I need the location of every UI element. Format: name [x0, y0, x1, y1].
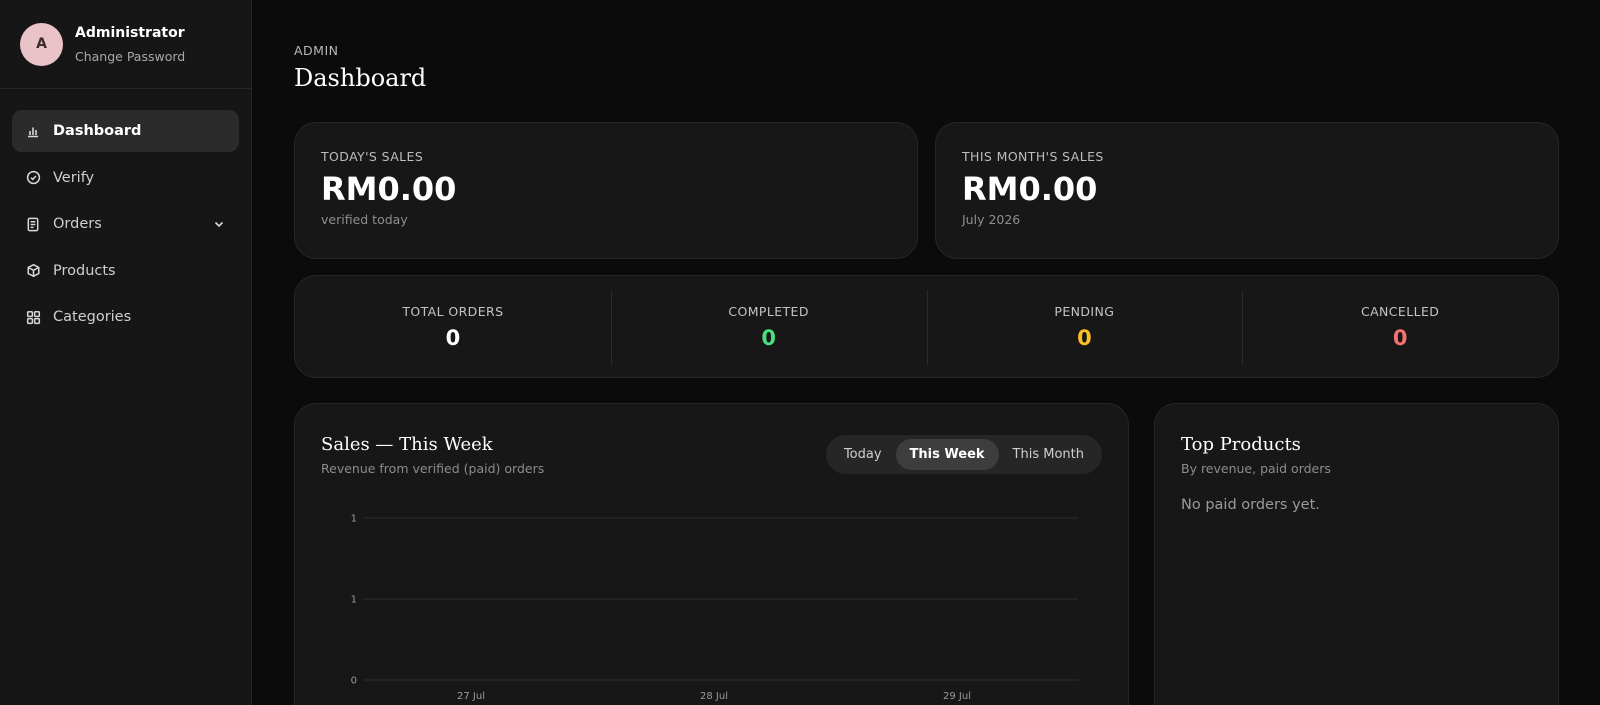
- empty-state-message: No paid orders yet.: [1181, 497, 1320, 513]
- profile-section: A Administrator Change Password: [0, 0, 251, 89]
- top-products-subtitle: By revenue, paid orders: [1181, 461, 1331, 476]
- sidebar-item-verify[interactable]: Verify: [12, 157, 239, 199]
- sidebar-nav: Dashboard Verify Orders Products Categor…: [0, 89, 251, 338]
- card-subtitle: July 2026: [962, 212, 1021, 227]
- stat-label: TOTAL ORDERS: [402, 304, 504, 319]
- sidebar-item-dashboard[interactable]: Dashboard: [12, 110, 239, 152]
- todays-sales-card: TODAY'S SALES RM0.00 verified today: [294, 122, 918, 259]
- sidebar-item-orders[interactable]: Orders: [12, 203, 239, 245]
- stat-value: 0: [1077, 326, 1092, 350]
- stat-label: COMPLETED: [728, 304, 809, 319]
- top-products-card: Top Products By revenue, paid orders No …: [1154, 403, 1559, 705]
- stat-label: PENDING: [1054, 304, 1115, 319]
- x-tick-label: 28 Jul: [700, 691, 728, 702]
- card-label: TODAY'S SALES: [321, 149, 424, 164]
- chevron-down-icon[interactable]: [213, 217, 227, 231]
- stat-value: 0: [1392, 326, 1408, 350]
- stat-value: 0: [761, 326, 776, 350]
- sidebar-item-label: Dashboard: [53, 123, 142, 139]
- page-title: Dashboard: [294, 64, 427, 92]
- sidebar-item-label: Verify: [53, 169, 95, 186]
- stat-cancelled: CANCELLED 0: [1242, 276, 1558, 377]
- card-amount: RM0.00: [962, 170, 1098, 208]
- stat-value: 0: [445, 326, 461, 350]
- y-tick-label: 0: [351, 676, 357, 687]
- y-tick-label: 1: [351, 514, 357, 525]
- sidebar: A Administrator Change Password Dashboar…: [0, 0, 252, 705]
- sales-chart: 1 1 0 27 Jul 28 Jul 29 Jul: [351, 514, 1078, 702]
- breadcrumb: ADMIN: [294, 43, 339, 58]
- box-icon: [25, 263, 41, 279]
- avatar[interactable]: A: [20, 22, 63, 66]
- stat-pending: PENDING 0: [926, 276, 1243, 377]
- stat-total-orders: TOTAL ORDERS 0: [295, 276, 611, 377]
- sidebar-item-categories[interactable]: Categories: [12, 296, 239, 338]
- sidebar-item-products[interactable]: Products: [12, 250, 239, 292]
- profile-name: Administrator: [75, 24, 185, 41]
- x-tick-label: 29 Jul: [943, 691, 971, 702]
- change-password-link[interactable]: Change Password: [75, 49, 185, 64]
- top-products-title: Top Products: [1181, 434, 1301, 455]
- month-sales-card: THIS MONTH'S SALES RM0.00 July 2026: [935, 122, 1559, 259]
- order-stats-card: TOTAL ORDERS 0 COMPLETED 0 PENDING 0 CAN…: [294, 275, 1559, 378]
- x-tick-label: 27 Jul: [457, 691, 485, 702]
- card-amount: RM0.00: [321, 170, 457, 208]
- card-label: THIS MONTH'S SALES: [962, 149, 1104, 164]
- stat-label: CANCELLED: [1360, 304, 1440, 319]
- check-circle-icon: [25, 170, 41, 186]
- bar-chart-icon: [25, 123, 41, 139]
- card-subtitle: verified today: [321, 212, 408, 227]
- sidebar-item-label: Orders: [53, 216, 102, 232]
- grid-icon: [25, 309, 41, 325]
- document-icon: [25, 216, 41, 232]
- y-tick-label: 1: [351, 595, 357, 606]
- stat-completed: COMPLETED 0: [610, 276, 927, 377]
- sidebar-item-label: Products: [53, 262, 116, 279]
- sales-chart-card: Sales — This Week Revenue from verified …: [294, 403, 1129, 705]
- profile-info: Administrator Change Password: [75, 25, 185, 64]
- sidebar-item-label: Categories: [53, 309, 132, 325]
